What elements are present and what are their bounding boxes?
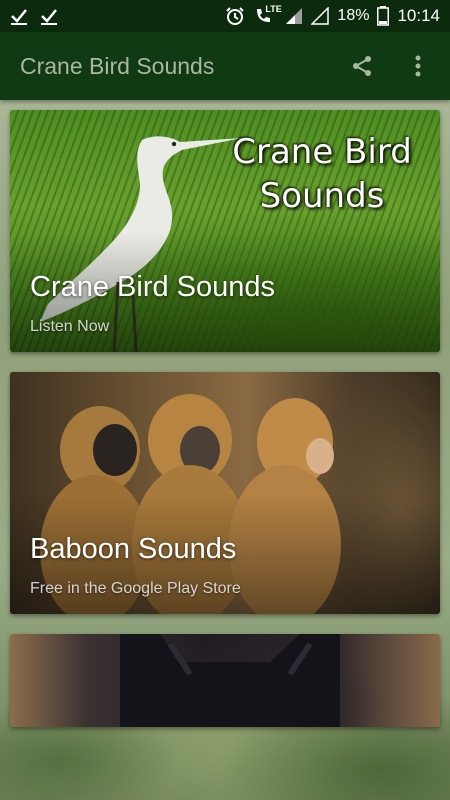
card-baboon-sounds[interactable]: Baboon Sounds Free in the Google Play St… (10, 372, 440, 614)
card-panther[interactable] (10, 634, 440, 727)
alarm-icon (225, 6, 245, 26)
panther-head-image (120, 634, 340, 727)
battery-percentage: 18% (337, 7, 370, 24)
app-title: Crane Bird Sounds (20, 52, 215, 79)
clock: 10:14 (397, 6, 440, 25)
check-icon (10, 7, 28, 25)
image-overlay-title: Crane Bird Sounds (232, 130, 412, 218)
card-crane-bird-sounds[interactable]: Crane Bird Sounds Crane Bird Sounds List… (10, 110, 440, 352)
image-overlay-title-line1: Crane Bird (232, 132, 412, 172)
lte-label: LTE (265, 4, 282, 14)
share-icon[interactable] (348, 52, 376, 80)
more-vert-icon[interactable] (404, 52, 432, 80)
card-title: Baboon Sounds (30, 533, 237, 565)
status-bar: LTE 18% 10:14 (0, 0, 450, 32)
battery-icon (377, 6, 390, 26)
check-icon (40, 7, 58, 25)
card-subtitle: Listen Now (30, 318, 110, 335)
card-title: Crane Bird Sounds (30, 271, 276, 303)
image-overlay-title-line2: Sounds (259, 176, 385, 216)
app-bar: Crane Bird Sounds (0, 32, 450, 100)
card-subtitle: Free in the Google Play Store (30, 580, 241, 597)
signal-icon (285, 7, 303, 25)
signal-empty-icon (311, 7, 330, 25)
wifi-calling-icon: LTE (253, 4, 282, 26)
